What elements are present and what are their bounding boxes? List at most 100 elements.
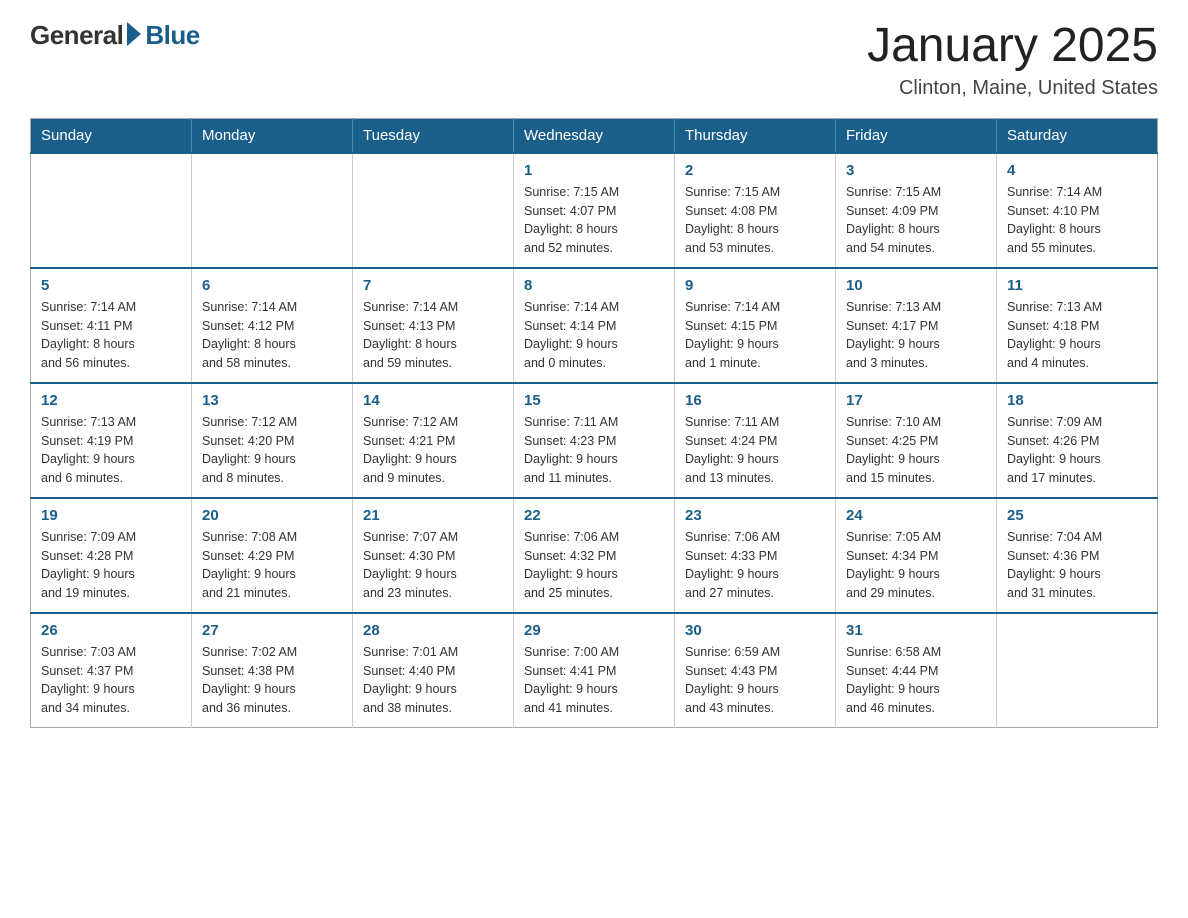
day-number: 8 (524, 277, 664, 294)
calendar-day-cell: 3 Sunrise: 7:15 AM Sunset: 4:09 PM Daylig… (836, 153, 997, 268)
calendar-header-row: SundayMondayTuesdayWednesdayThursdayFrid… (31, 118, 1158, 153)
day-number: 25 (1007, 507, 1147, 524)
day-number: 23 (685, 507, 825, 524)
calendar-day-cell: 12Sunrise: 7:13 AM Sunset: 4:19 PM Dayli… (31, 383, 192, 498)
day-info: Sunrise: 7:11 AM Sunset: 4:24 PM Dayligh… (685, 413, 825, 488)
location-text: Clinton, Maine, United States (867, 77, 1158, 100)
day-info: Sunrise: 7:14 AM Sunset: 4:10 PM Dayligh… (1007, 183, 1147, 258)
day-number: 19 (41, 507, 181, 524)
logo-general-text: General (30, 20, 123, 51)
calendar-day-cell: 18 Sunrise: 7:09 AM Sunset: 4:26 PM Dayli… (997, 383, 1158, 498)
calendar-day-cell: 7 Sunrise: 7:14 AM Sunset: 4:13 PM Daylig… (353, 268, 514, 383)
calendar-header-wednesday: Wednesday (514, 118, 675, 153)
day-number: 18 (1007, 392, 1147, 409)
day-info: Sunrise: 7:08 AM Sunset: 4:29 PM Dayligh… (202, 528, 342, 603)
day-info: Sunrise: 7:00 AM Sunset: 4:41 PM Dayligh… (524, 643, 664, 718)
calendar-day-cell: 22Sunrise: 7:06 AM Sunset: 4:32 PM Dayli… (514, 498, 675, 613)
day-info: Sunrise: 7:13 AM Sunset: 4:17 PM Dayligh… (846, 298, 986, 373)
day-info: Sunrise: 7:10 AM Sunset: 4:25 PM Dayligh… (846, 413, 986, 488)
day-info: Sunrise: 6:59 AM Sunset: 4:43 PM Dayligh… (685, 643, 825, 718)
calendar-day-cell: 9 Sunrise: 7:14 AM Sunset: 4:15 PM Daylig… (675, 268, 836, 383)
day-number: 10 (846, 277, 986, 294)
calendar-header-thursday: Thursday (675, 118, 836, 153)
calendar-day-cell: 21 Sunrise: 7:07 AM Sunset: 4:30 PM Dayli… (353, 498, 514, 613)
calendar-day-cell (353, 153, 514, 268)
logo-triangle-icon (127, 22, 141, 46)
day-number: 15 (524, 392, 664, 409)
title-area: January 2025 Clinton, Maine, United Stat… (867, 20, 1158, 100)
calendar-day-cell: 30 Sunrise: 6:59 AM Sunset: 4:43 PM Dayli… (675, 613, 836, 728)
page-header: General Blue January 2025 Clinton, Maine… (30, 20, 1158, 100)
day-number: 30 (685, 622, 825, 639)
day-info: Sunrise: 7:15 AM Sunset: 4:07 PM Dayligh… (524, 183, 664, 258)
calendar-day-cell: 14 Sunrise: 7:12 AM Sunset: 4:21 PM Dayli… (353, 383, 514, 498)
day-info: Sunrise: 6:58 AM Sunset: 4:44 PM Dayligh… (846, 643, 986, 718)
calendar-header-tuesday: Tuesday (353, 118, 514, 153)
calendar-day-cell: 11Sunrise: 7:13 AM Sunset: 4:18 PM Dayli… (997, 268, 1158, 383)
day-info: Sunrise: 7:14 AM Sunset: 4:11 PM Dayligh… (41, 298, 181, 373)
calendar-week-row: 5Sunrise: 7:14 AM Sunset: 4:11 PM Daylig… (31, 268, 1158, 383)
day-number: 31 (846, 622, 986, 639)
calendar-day-cell: 27Sunrise: 7:02 AM Sunset: 4:38 PM Dayli… (192, 613, 353, 728)
calendar-week-row: 26 Sunrise: 7:03 AM Sunset: 4:37 PM Dayli… (31, 613, 1158, 728)
month-title: January 2025 (867, 20, 1158, 73)
day-number: 29 (524, 622, 664, 639)
calendar-day-cell: 17Sunrise: 7:10 AM Sunset: 4:25 PM Dayli… (836, 383, 997, 498)
calendar-day-cell: 20Sunrise: 7:08 AM Sunset: 4:29 PM Dayli… (192, 498, 353, 613)
day-number: 24 (846, 507, 986, 524)
day-number: 2 (685, 162, 825, 179)
day-number: 16 (685, 392, 825, 409)
calendar-week-row: 1 Sunrise: 7:15 AM Sunset: 4:07 PM Daylig… (31, 153, 1158, 268)
calendar-day-cell: 16 Sunrise: 7:11 AM Sunset: 4:24 PM Dayli… (675, 383, 836, 498)
calendar-day-cell: 2Sunrise: 7:15 AM Sunset: 4:08 PM Daylig… (675, 153, 836, 268)
calendar-week-row: 12Sunrise: 7:13 AM Sunset: 4:19 PM Dayli… (31, 383, 1158, 498)
day-info: Sunrise: 7:03 AM Sunset: 4:37 PM Dayligh… (41, 643, 181, 718)
day-number: 7 (363, 277, 503, 294)
day-info: Sunrise: 7:15 AM Sunset: 4:09 PM Dayligh… (846, 183, 986, 258)
calendar-day-cell: 15Sunrise: 7:11 AM Sunset: 4:23 PM Dayli… (514, 383, 675, 498)
day-number: 14 (363, 392, 503, 409)
day-info: Sunrise: 7:14 AM Sunset: 4:13 PM Dayligh… (363, 298, 503, 373)
calendar-header-saturday: Saturday (997, 118, 1158, 153)
calendar-day-cell: 28 Sunrise: 7:01 AM Sunset: 4:40 PM Dayli… (353, 613, 514, 728)
day-number: 9 (685, 277, 825, 294)
day-info: Sunrise: 7:14 AM Sunset: 4:12 PM Dayligh… (202, 298, 342, 373)
calendar-week-row: 19 Sunrise: 7:09 AM Sunset: 4:28 PM Dayli… (31, 498, 1158, 613)
day-info: Sunrise: 7:01 AM Sunset: 4:40 PM Dayligh… (363, 643, 503, 718)
day-number: 3 (846, 162, 986, 179)
day-info: Sunrise: 7:07 AM Sunset: 4:30 PM Dayligh… (363, 528, 503, 603)
calendar-header-monday: Monday (192, 118, 353, 153)
calendar-header-friday: Friday (836, 118, 997, 153)
day-number: 22 (524, 507, 664, 524)
calendar-day-cell: 10 Sunrise: 7:13 AM Sunset: 4:17 PM Dayli… (836, 268, 997, 383)
day-info: Sunrise: 7:12 AM Sunset: 4:20 PM Dayligh… (202, 413, 342, 488)
logo: General Blue (30, 20, 200, 51)
calendar-day-cell: 31 Sunrise: 6:58 AM Sunset: 4:44 PM Dayli… (836, 613, 997, 728)
day-info: Sunrise: 7:12 AM Sunset: 4:21 PM Dayligh… (363, 413, 503, 488)
day-number: 27 (202, 622, 342, 639)
calendar-day-cell: 1 Sunrise: 7:15 AM Sunset: 4:07 PM Daylig… (514, 153, 675, 268)
calendar-day-cell: 25 Sunrise: 7:04 AM Sunset: 4:36 PM Dayli… (997, 498, 1158, 613)
day-number: 26 (41, 622, 181, 639)
calendar-day-cell (192, 153, 353, 268)
day-number: 13 (202, 392, 342, 409)
day-number: 28 (363, 622, 503, 639)
day-info: Sunrise: 7:09 AM Sunset: 4:28 PM Dayligh… (41, 528, 181, 603)
day-info: Sunrise: 7:09 AM Sunset: 4:26 PM Dayligh… (1007, 413, 1147, 488)
calendar-table: SundayMondayTuesdayWednesdayThursdayFrid… (30, 118, 1158, 729)
day-info: Sunrise: 7:14 AM Sunset: 4:15 PM Dayligh… (685, 298, 825, 373)
day-number: 1 (524, 162, 664, 179)
calendar-day-cell: 24Sunrise: 7:05 AM Sunset: 4:34 PM Dayli… (836, 498, 997, 613)
day-number: 11 (1007, 277, 1147, 294)
calendar-day-cell: 29 Sunrise: 7:00 AM Sunset: 4:41 PM Dayli… (514, 613, 675, 728)
calendar-day-cell (997, 613, 1158, 728)
calendar-header-sunday: Sunday (31, 118, 192, 153)
calendar-day-cell: 23Sunrise: 7:06 AM Sunset: 4:33 PM Dayli… (675, 498, 836, 613)
calendar-day-cell: 4Sunrise: 7:14 AM Sunset: 4:10 PM Daylig… (997, 153, 1158, 268)
day-number: 21 (363, 507, 503, 524)
day-number: 6 (202, 277, 342, 294)
day-info: Sunrise: 7:04 AM Sunset: 4:36 PM Dayligh… (1007, 528, 1147, 603)
calendar-day-cell: 5Sunrise: 7:14 AM Sunset: 4:11 PM Daylig… (31, 268, 192, 383)
day-info: Sunrise: 7:14 AM Sunset: 4:14 PM Dayligh… (524, 298, 664, 373)
calendar-day-cell: 13 Sunrise: 7:12 AM Sunset: 4:20 PM Dayli… (192, 383, 353, 498)
